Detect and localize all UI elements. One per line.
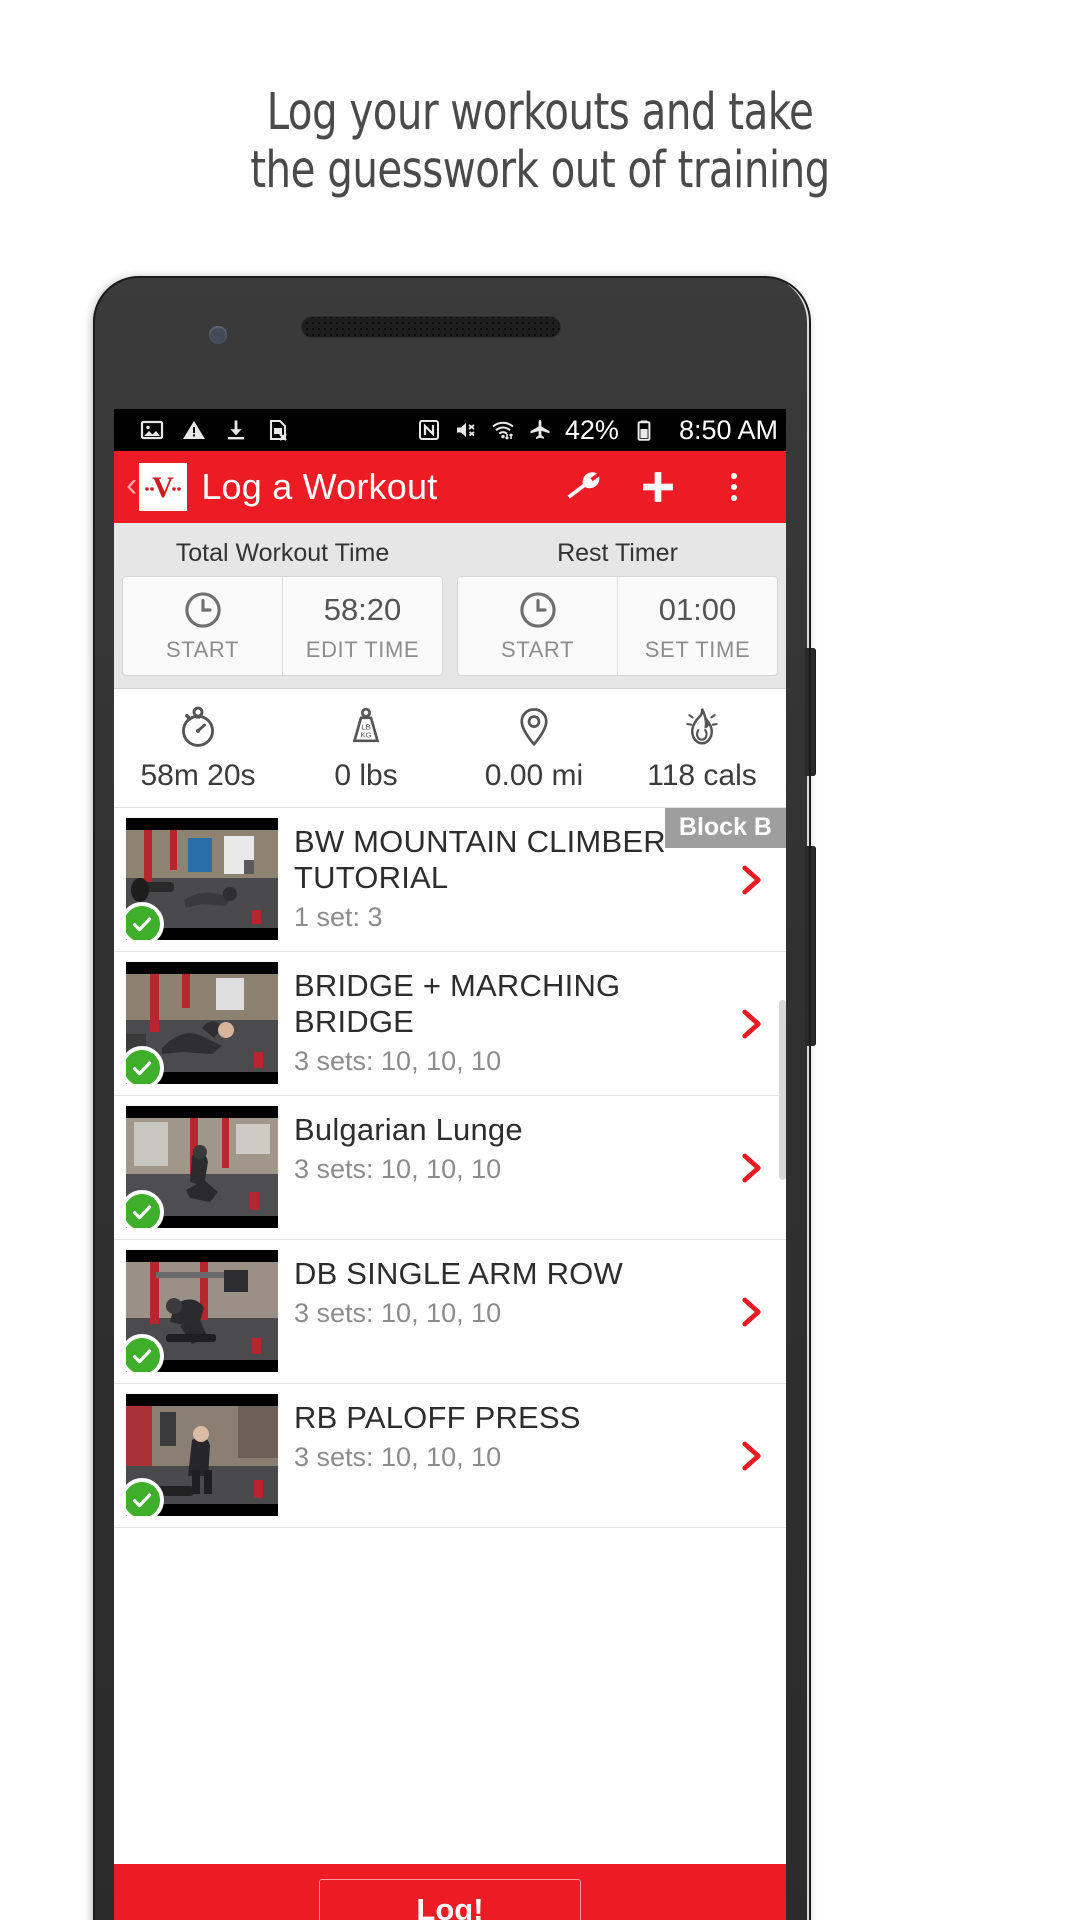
exercise-sets: 3 sets: 10, 10, 10 <box>294 1154 502 1184</box>
app-bar-actions <box>544 466 772 508</box>
exercise-text: Bulgarian Lunge 3 sets: 10, 10, 10 <box>278 1106 786 1185</box>
overflow-menu-icon[interactable] <box>696 473 772 501</box>
rest-timer: Rest Timer START 01:00 SET TIME <box>457 533 778 676</box>
stat-duration[interactable]: 58m 20s <box>114 701 282 793</box>
wrench-icon[interactable] <box>544 466 620 508</box>
total-workout-start-button[interactable]: START <box>123 577 282 675</box>
image-icon <box>140 420 164 440</box>
phone-device-frame: 42% 8:50 AM ‹ V Log a Workout Total Work… <box>93 276 816 1920</box>
earpiece-speaker <box>301 316 561 338</box>
download-icon <box>228 420 244 440</box>
app-bar-title: Log a Workout <box>201 466 438 507</box>
timers-panel: Total Workout Time START 58:20 EDIT TIME… <box>114 523 786 689</box>
airplane-mode-icon <box>530 420 550 439</box>
rest-timer-set-time-label: SET TIME <box>644 637 751 662</box>
clock-icon <box>519 592 556 628</box>
exercise-thumbnail[interactable] <box>126 1250 278 1372</box>
chevron-right-icon[interactable] <box>732 1438 768 1474</box>
total-workout-edit-time-button[interactable]: 58:20 EDIT TIME <box>282 577 442 675</box>
stat-calories-value: 118 cals <box>647 759 757 792</box>
wifi-transfer-icon <box>492 421 514 440</box>
exercise-sets: 3 sets: 10, 10, 10 <box>294 1046 502 1076</box>
stat-weight-value: 0 lbs <box>334 759 398 792</box>
front-camera-icon <box>209 326 227 344</box>
rest-timer-start-label: START <box>500 637 575 662</box>
list-item[interactable]: BRIDGE + MARCHING BRIDGE 3 sets: 10, 10,… <box>114 952 786 1096</box>
battery-icon <box>637 420 651 441</box>
phone-screen: 42% 8:50 AM ‹ V Log a Workout Total Work… <box>114 409 786 1920</box>
chevron-right-icon[interactable] <box>732 1294 768 1330</box>
volume-button[interactable] <box>805 648 816 776</box>
exercise-thumbnail[interactable] <box>126 962 278 1084</box>
stat-calories[interactable]: 118 cals <box>618 701 786 793</box>
svg-text:V: V <box>152 471 174 504</box>
exercise-thumbnail[interactable] <box>126 1106 278 1228</box>
plus-icon[interactable] <box>620 466 696 508</box>
stopwatch-icon <box>181 706 215 747</box>
exercise-thumbnail[interactable] <box>126 818 278 940</box>
exercise-title: RB PALOFF PRESS <box>294 1400 581 1435</box>
status-bar-right-icons: 42% 8:50 AM <box>417 415 778 446</box>
total-workout-time-value: 58:20 <box>323 592 402 627</box>
chevron-right-icon[interactable] <box>732 862 768 898</box>
log-action-bar: Log! <box>114 1864 786 1920</box>
status-bar: 42% 8:50 AM <box>114 409 786 451</box>
exercise-sets: 1 set: 3 <box>294 902 383 932</box>
total-workout-edit-time-label: EDIT TIME <box>305 637 420 662</box>
clock-icon <box>184 592 221 628</box>
exercise-text: RB PALOFF PRESS 3 sets: 10, 10, 10 <box>278 1394 786 1473</box>
flame-icon <box>686 708 718 745</box>
chevron-right-icon[interactable] <box>732 1150 768 1186</box>
total-workout-timer: Total Workout Time START 58:20 EDIT TIME <box>122 533 443 676</box>
stat-weight[interactable]: LB KG 0 lbs <box>282 701 450 793</box>
battery-percent-label: 42% <box>564 414 619 445</box>
v-logo-icon[interactable]: V <box>139 463 188 511</box>
exercise-title: BRIDGE + MARCHING BRIDGE <box>294 968 621 1039</box>
location-pin-icon <box>520 708 548 747</box>
rest-timer-set-time-button[interactable]: 01:00 SET TIME <box>617 577 777 675</box>
rest-timer-label: Rest Timer <box>557 539 678 567</box>
warning-icon <box>183 421 205 439</box>
exercise-list: Block B BW MOUNTAIN CLIMBER TUTORIAL 1 s… <box>114 808 786 1528</box>
block-badge: Block B <box>664 808 786 848</box>
total-workout-start-label: START <box>165 637 240 662</box>
headline-line-2: the guesswork out of training <box>250 141 830 200</box>
power-button[interactable] <box>805 846 816 1046</box>
status-bar-left-icons <box>140 418 290 442</box>
back-button[interactable]: ‹ <box>126 468 137 502</box>
app-bar: ‹ V Log a Workout <box>114 451 786 523</box>
exercise-sets: 3 sets: 10, 10, 10 <box>294 1442 502 1472</box>
exercise-sets: 3 sets: 10, 10, 10 <box>294 1298 502 1328</box>
volume-mute-vibrate-icon <box>456 423 475 437</box>
sim-card-error-icon <box>270 420 287 441</box>
nfc-icon <box>418 420 439 440</box>
headline-line-1: Log your workouts and take <box>266 83 814 142</box>
exercise-thumbnail[interactable] <box>126 1394 278 1516</box>
list-item[interactable]: DB SINGLE ARM ROW 3 sets: 10, 10, 10 <box>114 1240 786 1384</box>
svg-text:KG: KG <box>360 731 371 740</box>
exercise-title: DB SINGLE ARM ROW <box>294 1256 623 1291</box>
stat-distance-value: 0.00 mi <box>484 759 584 792</box>
page-title: Log your workouts and take the guesswork… <box>65 84 1015 200</box>
list-item[interactable]: Bulgarian Lunge 3 sets: 10, 10, 10 <box>114 1096 786 1240</box>
log-button[interactable]: Log! <box>319 1879 581 1920</box>
exercise-text: DB SINGLE ARM ROW 3 sets: 10, 10, 10 <box>278 1250 786 1329</box>
promo-screenshot: Log your workouts and take the guesswork… <box>0 0 1080 1920</box>
chevron-right-icon[interactable] <box>732 1006 768 1042</box>
exercise-title: BW MOUNTAIN CLIMBER TUTORIAL <box>294 824 666 895</box>
weight-lb-kg-icon: LB KG <box>352 707 380 743</box>
exercise-text: BRIDGE + MARCHING BRIDGE 3 sets: 10, 10,… <box>278 962 786 1077</box>
rest-timer-value: 01:00 <box>658 592 737 627</box>
stat-duration-value: 58m 20s <box>140 759 256 792</box>
workout-stats-row: 58m 20s LB KG 0 lbs 0.00 mi 118 cals <box>114 689 786 808</box>
stat-distance[interactable]: 0.00 mi <box>450 701 618 793</box>
total-workout-time-label: Total Workout Time <box>175 539 390 567</box>
clock-label: 8:50 AM <box>678 414 778 445</box>
rest-timer-start-button[interactable]: START <box>458 577 617 675</box>
list-item[interactable]: RB PALOFF PRESS 3 sets: 10, 10, 10 <box>114 1384 786 1528</box>
exercise-title: Bulgarian Lunge <box>294 1112 523 1147</box>
list-scrollbar[interactable] <box>779 1000 786 1180</box>
